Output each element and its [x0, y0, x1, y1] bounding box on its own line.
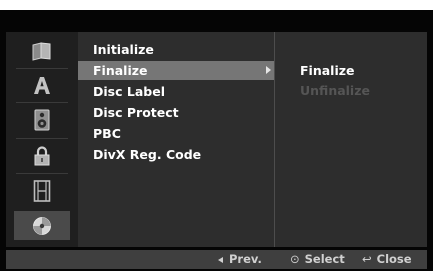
menu-item-finalize[interactable]: Finalize — [78, 61, 274, 80]
category-lock[interactable] — [14, 141, 70, 170]
prev-hint[interactable]: Prev. — [218, 250, 262, 269]
menu-item-initialize[interactable]: Initialize — [78, 40, 274, 59]
category-disc[interactable] — [14, 211, 70, 240]
navigation-hint-bar: Prev. ⊙ Select ↩ Close — [6, 250, 427, 269]
menu-item-label: DivX Reg. Code — [93, 147, 202, 162]
enter-button-icon: ⊙ — [290, 252, 300, 266]
close-label: Close — [376, 252, 412, 266]
return-icon: ↩ — [362, 252, 372, 266]
setup-menu: Initialize Finalize Disc Label Disc Prot… — [6, 32, 427, 247]
category-audio[interactable] — [14, 105, 70, 134]
menu-item-disc-protect[interactable]: Disc Protect — [78, 103, 274, 122]
font-a-icon — [34, 76, 50, 94]
menu-item-label: PBC — [93, 126, 121, 141]
prev-label: Prev. — [229, 252, 262, 266]
osd-screen: Initialize Finalize Disc Label Disc Prot… — [0, 10, 433, 271]
menu-item-label: Finalize — [93, 63, 148, 78]
submenu-item-unfinalize: Unfinalize — [300, 83, 370, 98]
category-icon-column — [6, 32, 78, 247]
select-label: Select — [304, 252, 345, 266]
menu-item-pbc[interactable]: PBC — [78, 124, 274, 143]
category-language[interactable] — [14, 70, 70, 99]
menu-item-disc-label[interactable]: Disc Label — [78, 82, 274, 101]
film-icon — [33, 179, 51, 202]
menu-item-label: Initialize — [93, 42, 154, 57]
left-arrow-icon — [218, 256, 223, 263]
menu-item-divx-reg-code[interactable]: DivX Reg. Code — [78, 145, 274, 164]
lock-icon — [34, 145, 50, 165]
disc-icon — [33, 216, 51, 235]
close-hint[interactable]: ↩ Close — [362, 250, 412, 269]
category-recording[interactable] — [14, 176, 70, 205]
submenu-arrow-icon — [266, 66, 271, 74]
speaker-icon — [34, 109, 50, 130]
menu-item-list: Initialize Finalize Disc Label Disc Prot… — [78, 32, 274, 247]
select-hint[interactable]: ⊙ Select — [290, 250, 345, 269]
submenu-item-finalize[interactable]: Finalize — [300, 61, 354, 80]
category-general[interactable] — [14, 36, 70, 65]
menu-item-label: Disc Label — [93, 84, 165, 99]
book-icon — [32, 41, 51, 61]
submenu-panel: Finalize Unfinalize — [275, 32, 427, 247]
menu-item-label: Disc Protect — [93, 105, 179, 120]
